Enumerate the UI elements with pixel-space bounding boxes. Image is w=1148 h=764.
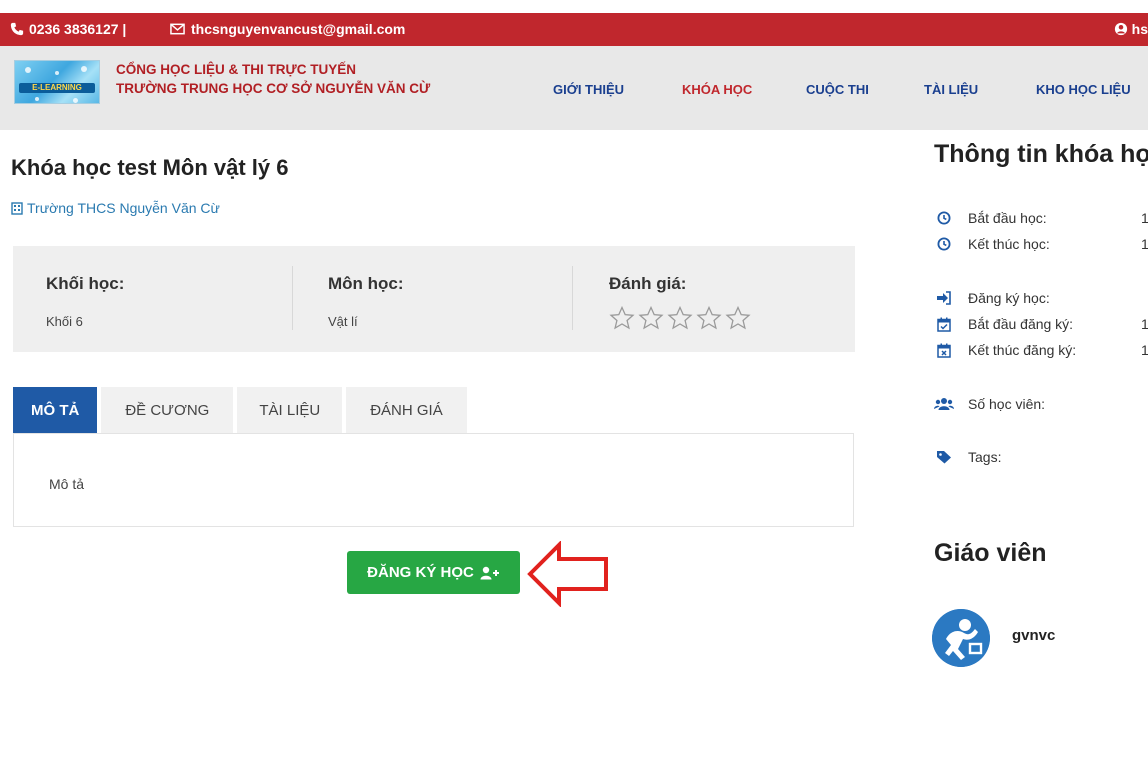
star-icon[interactable] bbox=[609, 306, 635, 330]
email-contact[interactable]: thcsnguyenvancust@gmail.com bbox=[170, 21, 405, 37]
building-icon bbox=[11, 201, 23, 215]
divider bbox=[292, 266, 293, 330]
info-row-tags: Tags: bbox=[934, 449, 1001, 465]
nav-kho-hoc-lieu[interactable]: KHO HỌC LIỆU bbox=[1036, 82, 1131, 97]
rating-stars[interactable] bbox=[609, 306, 751, 330]
nav-gioi-thieu[interactable]: GIỚI THIỆU bbox=[553, 82, 624, 97]
rating-label: Đánh giá: bbox=[609, 274, 687, 293]
tag-icon bbox=[937, 451, 951, 464]
info-label: Số học viên: bbox=[968, 396, 1046, 412]
site-title-line1: CỔNG HỌC LIỆU & THI TRỰC TUYẾN bbox=[116, 62, 356, 77]
phone-number: 0236 3836127 | bbox=[29, 21, 127, 37]
calendar-times-icon bbox=[937, 343, 951, 358]
site-title[interactable]: CỔNG HỌC LIỆU & THI TRỰC TUYẾN TRƯỜNG TR… bbox=[116, 60, 430, 98]
nav-khoa-hoc[interactable]: KHÓA HỌC bbox=[682, 82, 752, 97]
email-address: thcsnguyenvancust@gmail.com bbox=[191, 21, 406, 37]
info-value: 1 bbox=[1141, 236, 1148, 252]
clock-icon bbox=[937, 237, 951, 251]
course-meta-box: Khối học: Khối 6 Môn học: Vật lí Đánh gi… bbox=[13, 246, 855, 352]
grade-label: Khối học: bbox=[46, 274, 125, 293]
main-header: E-LEARNING CỔNG HỌC LIỆU & THI TRỰC TUYẾ… bbox=[0, 46, 1148, 130]
divider bbox=[572, 266, 573, 330]
nav-tai-lieu[interactable]: TÀI LIỆU bbox=[924, 82, 978, 97]
page-title: Khóa học test Môn vật lý 6 bbox=[11, 155, 289, 180]
site-title-line2: TRƯỜNG TRUNG HỌC CƠ SỞ NGUYỄN VĂN CỪ bbox=[116, 81, 431, 96]
course-tabs: MÔ TẢ ĐỀ CƯƠNG TÀI LIỆU ĐÁNH GIÁ bbox=[13, 387, 471, 433]
info-row-reg-end: Kết thúc đăng ký: 1 bbox=[934, 342, 1148, 358]
star-icon[interactable] bbox=[667, 306, 693, 330]
tab-panel: Mô tả bbox=[13, 433, 854, 527]
user-circle-icon bbox=[1114, 22, 1127, 36]
sign-in-icon bbox=[937, 291, 951, 305]
info-row-end: Kết thúc học: 1 bbox=[934, 236, 1148, 252]
info-label: Bắt đầu đăng ký: bbox=[968, 316, 1074, 332]
phone-contact: 0236 3836127 | bbox=[10, 21, 126, 37]
info-value: 1 bbox=[1141, 316, 1148, 332]
site-logo[interactable]: E-LEARNING bbox=[14, 60, 100, 104]
info-row-start: Bắt đầu học: 1 bbox=[934, 210, 1148, 226]
info-value: 1 bbox=[1141, 342, 1148, 358]
info-label: Đăng ký học: bbox=[968, 290, 1050, 306]
register-button-label: ĐĂNG KÝ HỌC bbox=[367, 564, 474, 581]
teacher-section-title: Giáo viên bbox=[934, 539, 1047, 567]
user-name: hs bbox=[1131, 21, 1148, 37]
users-icon bbox=[934, 398, 954, 410]
register-button[interactable]: ĐĂNG KÝ HỌC bbox=[347, 551, 520, 594]
star-icon[interactable] bbox=[725, 306, 751, 330]
top-contact-bar: 0236 3836127 | thcsnguyenvancust@gmail.c… bbox=[0, 13, 1148, 46]
phone-icon bbox=[10, 22, 24, 36]
info-row-students: Số học viên: bbox=[934, 396, 1045, 412]
tab-tai-lieu[interactable]: TÀI LIỆU bbox=[237, 387, 347, 433]
info-label: Kết thúc học: bbox=[968, 236, 1050, 252]
teacher-name[interactable]: gvnvc bbox=[1012, 627, 1055, 644]
info-label: Tags: bbox=[968, 449, 1002, 465]
info-row-reg-start: Bắt đầu đăng ký: 1 bbox=[934, 316, 1148, 332]
info-row-register: Đăng ký học: bbox=[934, 290, 1050, 306]
avatar-icon bbox=[932, 609, 990, 667]
tab-de-cuong[interactable]: ĐỀ CƯƠNG bbox=[101, 387, 238, 433]
calendar-check-icon bbox=[937, 317, 951, 332]
school-name: Trường THCS Nguyễn Văn Cừ bbox=[27, 200, 220, 216]
envelope-icon bbox=[170, 23, 185, 35]
sidebar-title: Thông tin khóa học bbox=[934, 140, 1148, 168]
user-menu[interactable]: hs bbox=[1114, 21, 1148, 37]
info-value: 1 bbox=[1141, 210, 1148, 226]
description-text: Mô tả bbox=[49, 476, 85, 492]
nav-cuoc-thi[interactable]: CUỘC THI bbox=[806, 82, 869, 97]
user-plus-icon bbox=[480, 566, 499, 579]
star-icon[interactable] bbox=[696, 306, 722, 330]
info-label: Kết thúc đăng ký: bbox=[968, 342, 1077, 358]
grade-value: Khối 6 bbox=[46, 314, 83, 329]
subject-label: Môn học: bbox=[328, 274, 404, 293]
left-arrow-icon bbox=[527, 541, 608, 607]
tab-mo-ta[interactable]: MÔ TẢ bbox=[13, 387, 102, 433]
teacher-avatar[interactable] bbox=[932, 609, 990, 667]
info-label: Bắt đầu học: bbox=[968, 210, 1047, 226]
logo-text: E-LEARNING bbox=[32, 83, 82, 92]
subject-value: Vật lí bbox=[328, 314, 358, 329]
school-link[interactable]: Trường THCS Nguyễn Văn Cừ bbox=[11, 200, 220, 216]
tab-danh-gia[interactable]: ĐÁNH GIÁ bbox=[346, 387, 471, 433]
star-icon[interactable] bbox=[638, 306, 664, 330]
clock-icon bbox=[937, 211, 951, 225]
